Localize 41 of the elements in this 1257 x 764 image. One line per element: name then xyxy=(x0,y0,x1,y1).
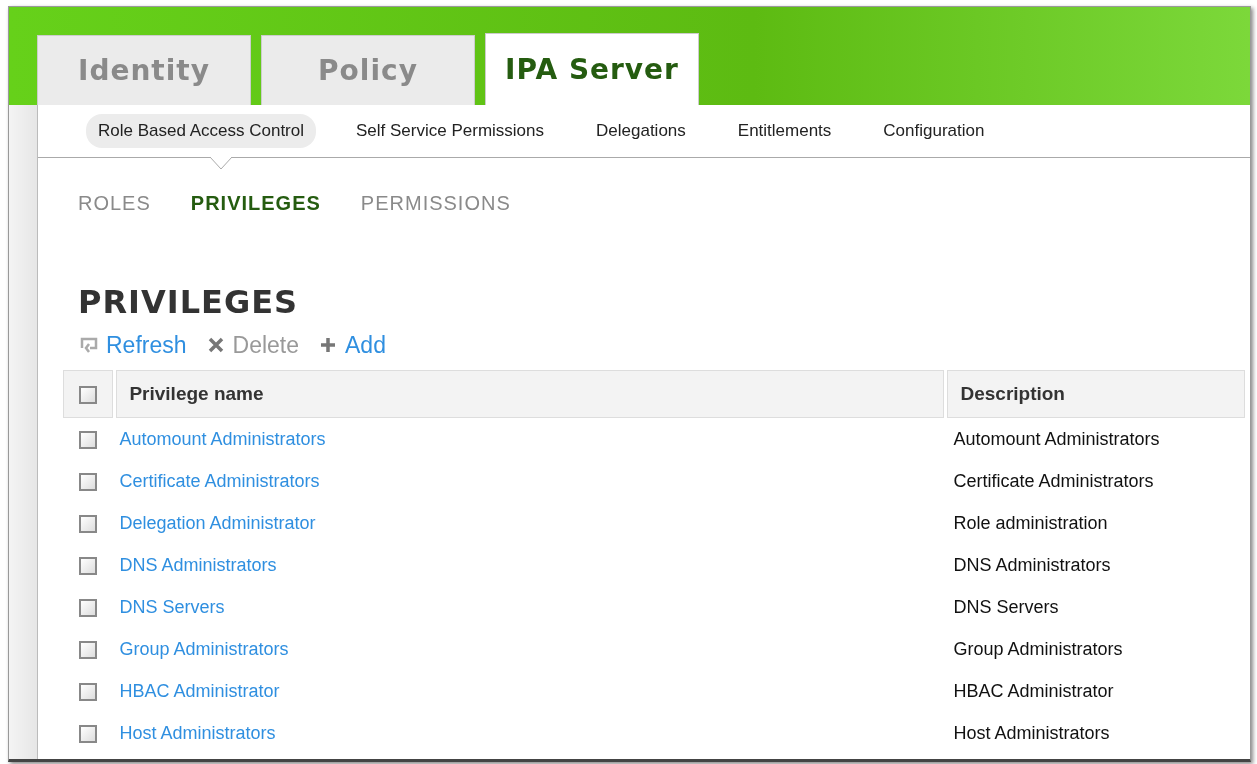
facet-tab[interactable]: PERMISSIONS xyxy=(360,192,511,222)
privilege-link[interactable]: Delegation Administrator xyxy=(119,512,316,533)
privilege-link[interactable]: Host Administrators xyxy=(119,722,276,743)
nav-tab[interactable]: Identity xyxy=(37,35,251,105)
page-heading: PRIVILEGES xyxy=(78,282,300,322)
privilege-link[interactable]: DNS Servers xyxy=(119,596,225,617)
row-checkbox[interactable] xyxy=(79,430,98,449)
facet-tab[interactable]: ROLES xyxy=(78,192,151,222)
select-all-checkbox[interactable] xyxy=(79,386,98,404)
subnav-tab[interactable]: Configuration xyxy=(871,114,997,148)
nav-tab[interactable]: IPA Server xyxy=(485,33,699,105)
column-header: Privilege name xyxy=(116,370,945,418)
row-checkbox[interactable] xyxy=(79,556,98,575)
subnav-tab[interactable]: Delegations xyxy=(584,114,698,148)
row-checkbox[interactable] xyxy=(79,598,98,617)
description-cell: Group Administrators xyxy=(953,638,1123,659)
privilege-link[interactable]: DNS Administrators xyxy=(119,554,277,575)
privilege-link[interactable]: Group Administrators xyxy=(119,638,289,659)
row-checkbox[interactable] xyxy=(79,724,98,743)
description-cell: DNS Administrators xyxy=(953,554,1111,575)
row-checkbox[interactable] xyxy=(79,640,98,659)
privilege-link[interactable]: Automount Administrators xyxy=(119,428,326,449)
subnav-tab[interactable]: Role Based Access Control xyxy=(86,114,316,148)
row-checkbox[interactable] xyxy=(79,682,98,701)
row-checkbox[interactable] xyxy=(79,472,98,491)
description-cell: Role administration xyxy=(953,512,1108,533)
description-cell: Certificate Administrators xyxy=(953,470,1154,491)
row-checkbox[interactable] xyxy=(79,514,98,533)
description-cell: Host Administrators xyxy=(953,722,1110,743)
subnav-tab[interactable]: Self Service Permissions xyxy=(344,114,556,148)
add-button[interactable]: Add xyxy=(317,331,386,359)
privilege-link[interactable]: HBAC Administrator xyxy=(119,680,280,701)
subnav-tab[interactable]: Entitlements xyxy=(725,114,844,148)
description-cell: HBAC Administrator xyxy=(953,680,1114,701)
column-header: Description xyxy=(947,370,1245,418)
privilege-link[interactable]: Certificate Administrators xyxy=(119,470,320,491)
nav-tab[interactable]: Policy xyxy=(261,35,475,105)
refresh-button[interactable]: Refresh xyxy=(78,331,187,359)
facet-tab[interactable]: PRIVILEGES xyxy=(190,192,321,222)
description-cell: Automount Administrators xyxy=(953,428,1160,449)
description-cell: DNS Servers xyxy=(953,596,1059,617)
